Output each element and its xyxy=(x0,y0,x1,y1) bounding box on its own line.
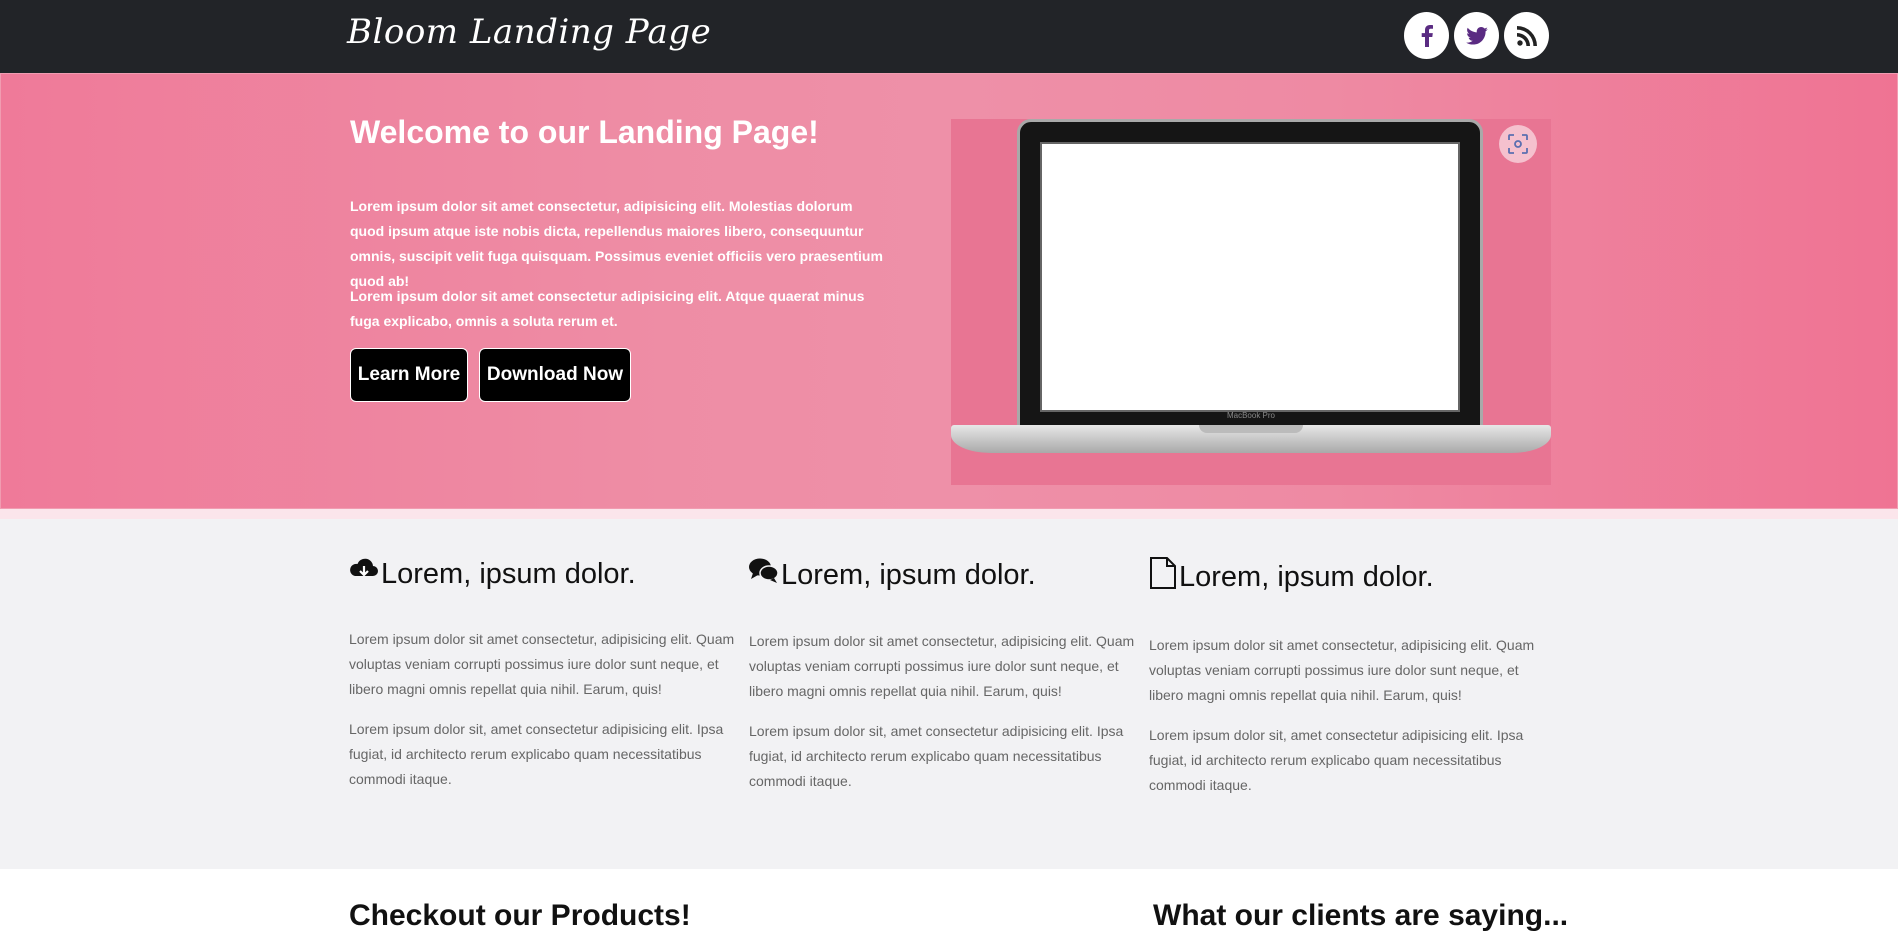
laptop-label: MacBook Pro xyxy=(1226,411,1276,420)
hero-paragraph: Lorem ipsum dolor sit amet consectetur, … xyxy=(350,198,883,289)
products-heading: Checkout our Products! xyxy=(349,899,691,932)
feature-text: Lorem ipsum dolor sit amet consectetur, … xyxy=(349,631,735,697)
camera-focus-icon xyxy=(1508,134,1528,154)
twitter-icon xyxy=(1465,26,1488,45)
rss-icon xyxy=(1516,25,1537,46)
screenshot-capture-button[interactable] xyxy=(1499,125,1537,163)
features-section: Lorem, ipsum dolor. Lorem ipsum dolor si… xyxy=(0,509,1898,869)
chat-bubbles-icon xyxy=(749,557,779,593)
twitter-button[interactable] xyxy=(1454,12,1499,59)
laptop-image: MacBook Pro xyxy=(951,119,1551,485)
document-icon xyxy=(1149,557,1177,597)
feature-text: Lorem ipsum dolor sit, amet consectetur … xyxy=(1149,727,1524,793)
feature-text: Lorem ipsum dolor sit, amet consectetur … xyxy=(349,721,724,787)
facebook-icon xyxy=(1421,24,1433,47)
download-now-button[interactable]: Download Now xyxy=(479,348,631,402)
site-logo[interactable]: Bloom Landing Page xyxy=(347,12,711,52)
feature-card: Lorem, ipsum dolor. Lorem ipsum dolor si… xyxy=(349,557,749,792)
hero-section: Welcome to our Landing Page! Lorem ipsum… xyxy=(0,73,1898,509)
feature-card: Lorem, ipsum dolor. Lorem ipsum dolor si… xyxy=(749,557,1149,794)
laptop-screen-bezel xyxy=(1017,119,1483,429)
facebook-button[interactable] xyxy=(1404,12,1449,59)
bottom-section: Checkout our Products! What our clients … xyxy=(0,869,1898,941)
feature-text: Lorem ipsum dolor sit, amet consectetur … xyxy=(749,723,1124,789)
feature-text: Lorem ipsum dolor sit amet consectetur, … xyxy=(1149,637,1535,703)
laptop-screen xyxy=(1040,142,1460,412)
learn-more-button[interactable]: Learn More xyxy=(350,348,468,402)
laptop-base xyxy=(951,425,1551,453)
hero-paragraph-secondary: Lorem ipsum dolor sit amet consectetur a… xyxy=(350,288,865,329)
feature-card: Lorem, ipsum dolor. Lorem ipsum dolor si… xyxy=(1149,557,1549,798)
hero-title: Welcome to our Landing Page! xyxy=(350,114,819,150)
rss-button[interactable] xyxy=(1504,12,1549,59)
testimonials-heading: What our clients are saying... xyxy=(1153,899,1569,932)
feature-title: Lorem, ipsum dolor. xyxy=(381,557,636,590)
feature-title: Lorem, ipsum dolor. xyxy=(781,558,1036,591)
social-links xyxy=(1404,12,1549,59)
feature-title: Lorem, ipsum dolor. xyxy=(1179,560,1434,593)
feature-text: Lorem ipsum dolor sit amet consectetur, … xyxy=(749,633,1135,699)
cloud-download-icon xyxy=(349,557,379,591)
top-navbar: Bloom Landing Page xyxy=(0,0,1898,73)
